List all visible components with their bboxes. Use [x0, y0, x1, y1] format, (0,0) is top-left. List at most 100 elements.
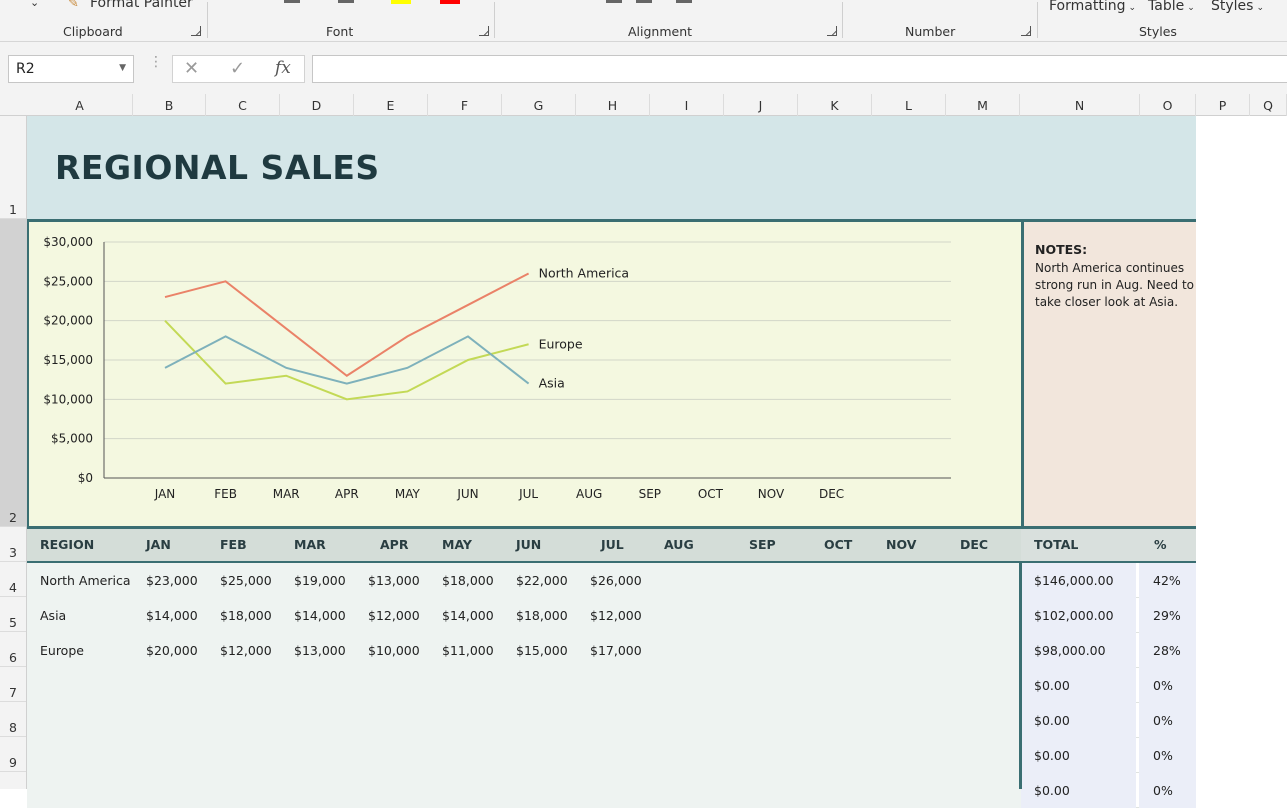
month-value-cell[interactable]: $25,000	[220, 573, 272, 588]
column-header-i[interactable]: I	[650, 94, 724, 116]
total-cell[interactable]: $98,000.00	[1034, 643, 1106, 658]
percent-cell[interactable]: 0%	[1153, 783, 1173, 798]
column-header-e[interactable]: E	[354, 94, 428, 116]
month-value-cell[interactable]: $13,000	[368, 573, 420, 588]
column-header-o[interactable]: O	[1140, 94, 1196, 116]
row-header-6[interactable]: 6	[0, 632, 26, 667]
percent-cell[interactable]: 28%	[1153, 643, 1181, 658]
month-value-cell[interactable]: $15,000	[516, 643, 568, 658]
total-cell[interactable]: $0.00	[1034, 748, 1070, 763]
month-value-cell[interactable]: $18,000	[220, 608, 272, 623]
chevron-down-icon[interactable]: ▼	[119, 63, 126, 73]
fill-icon[interactable]	[338, 0, 354, 3]
font-launcher-icon[interactable]	[479, 26, 489, 36]
row-header-1[interactable]: 1	[0, 116, 26, 219]
percent-cell[interactable]: 0%	[1153, 713, 1173, 728]
column-header-h[interactable]: H	[576, 94, 650, 116]
format-painter-button[interactable]: Format Painter	[90, 0, 193, 11]
region-cell[interactable]: Asia	[40, 608, 66, 623]
format-as-table-button[interactable]: Table ⌄	[1148, 0, 1195, 14]
column-header-a[interactable]: A	[27, 94, 133, 116]
percent-cell[interactable]: 0%	[1153, 678, 1173, 693]
month-value-cell[interactable]: $11,000	[442, 643, 494, 658]
column-header-k[interactable]: K	[798, 94, 872, 116]
row-header-4[interactable]: 4	[0, 562, 26, 597]
column-label-jan: JAN	[146, 537, 171, 552]
border-icon[interactable]	[284, 0, 300, 3]
column-header-q[interactable]: Q	[1250, 94, 1287, 116]
total-cell[interactable]: $102,000.00	[1034, 608, 1114, 623]
month-value-cell[interactable]: $10,000	[368, 643, 420, 658]
month-value-cell[interactable]: $26,000	[590, 573, 642, 588]
insert-function-icon[interactable]: fx	[275, 58, 291, 78]
column-header-b[interactable]: B	[133, 94, 206, 116]
group-divider	[1037, 2, 1038, 38]
percent-cell[interactable]: 42%	[1153, 573, 1181, 588]
row-header-2[interactable]: 2	[0, 219, 26, 527]
percent-cell[interactable]: 0%	[1153, 748, 1173, 763]
cancel-icon[interactable]: ✕	[184, 58, 199, 79]
month-value-cell[interactable]: $12,000	[368, 608, 420, 623]
region-cell[interactable]: Europe	[40, 643, 84, 658]
enter-icon[interactable]: ✓	[230, 58, 245, 79]
month-value-cell[interactable]: $20,000	[146, 643, 198, 658]
column-header-f[interactable]: F	[428, 94, 502, 116]
column-header-c[interactable]: C	[206, 94, 280, 116]
column-header-g[interactable]: G	[502, 94, 576, 116]
alignment-launcher-icon[interactable]	[827, 26, 837, 36]
month-value-cell[interactable]: $18,000	[516, 608, 568, 623]
formula-input[interactable]	[312, 55, 1287, 83]
row-number: 4	[9, 580, 17, 595]
month-value-cell[interactable]: $12,000	[220, 643, 272, 658]
x-tick-label: MAR	[273, 487, 300, 501]
conditional-formatting-button[interactable]: Formatting ⌄	[1049, 0, 1136, 14]
region-cell[interactable]: North America	[40, 573, 131, 588]
cell-styles-button[interactable]: Styles ⌄	[1211, 0, 1264, 14]
total-cell[interactable]: $146,000.00	[1034, 573, 1114, 588]
row-header-5[interactable]: 5	[0, 597, 26, 632]
highlight-color-icon[interactable]	[391, 0, 411, 4]
column-header-m[interactable]: M	[946, 94, 1020, 116]
font-color-icon[interactable]	[440, 0, 460, 4]
row-header-9[interactable]: 9	[0, 737, 26, 772]
clipboard-launcher-icon[interactable]	[191, 26, 201, 36]
month-value-cell[interactable]: $18,000	[442, 573, 494, 588]
total-cell[interactable]: $0.00	[1034, 678, 1070, 693]
row-number: 5	[9, 615, 17, 630]
worksheet[interactable]: REGIONAL SALES $30,000 $25,000 $20,000 $15,…	[27, 116, 1196, 808]
merge-icon[interactable]	[676, 0, 692, 3]
paste-dropdown-chevron-icon[interactable]: ⌄	[30, 0, 39, 9]
month-value-cell[interactable]: $14,000	[146, 608, 198, 623]
column-header-p[interactable]: P	[1196, 94, 1250, 116]
column-header-d[interactable]: D	[280, 94, 354, 116]
y-tick-label: $0	[78, 471, 93, 485]
column-header-l[interactable]: L	[872, 94, 946, 116]
formula-bar-resize-handle[interactable]: ⋮	[149, 55, 163, 69]
month-value-cell[interactable]: $13,000	[294, 643, 346, 658]
row-header-7[interactable]: 7	[0, 667, 26, 702]
percent-cell[interactable]: 29%	[1153, 608, 1181, 623]
month-value-cell[interactable]: $23,000	[146, 573, 198, 588]
month-value-cell[interactable]: $12,000	[590, 608, 642, 623]
column-header-n[interactable]: N	[1020, 94, 1140, 116]
total-cell[interactable]: $0.00	[1034, 783, 1070, 798]
total-cell[interactable]: $0.00	[1034, 713, 1070, 728]
month-value-cell[interactable]: $17,000	[590, 643, 642, 658]
group-divider	[842, 2, 843, 38]
format-painter-icon[interactable]: ✎	[68, 0, 79, 11]
notes-panel[interactable]: NOTES: North America continues strong ru…	[1021, 219, 1196, 526]
x-tick-label: AUG	[576, 487, 602, 501]
month-value-cell[interactable]: $19,000	[294, 573, 346, 588]
column-header-j[interactable]: J	[724, 94, 798, 116]
month-value-cell[interactable]: $14,000	[294, 608, 346, 623]
number-launcher-icon[interactable]	[1021, 26, 1031, 36]
indent-icon[interactable]	[636, 0, 652, 3]
indent-icon[interactable]	[606, 0, 622, 3]
month-value-cell[interactable]: $22,000	[516, 573, 568, 588]
name-box[interactable]: R2 ▼	[8, 55, 134, 83]
month-value-cell[interactable]: $14,000	[442, 608, 494, 623]
line-chart[interactable]: $30,000 $25,000 $20,000 $15,000 $10,000 $5,00…	[27, 219, 1021, 526]
row-header-3[interactable]: 3	[0, 527, 26, 562]
row-number: 7	[9, 685, 17, 700]
row-header-8[interactable]: 8	[0, 702, 26, 737]
